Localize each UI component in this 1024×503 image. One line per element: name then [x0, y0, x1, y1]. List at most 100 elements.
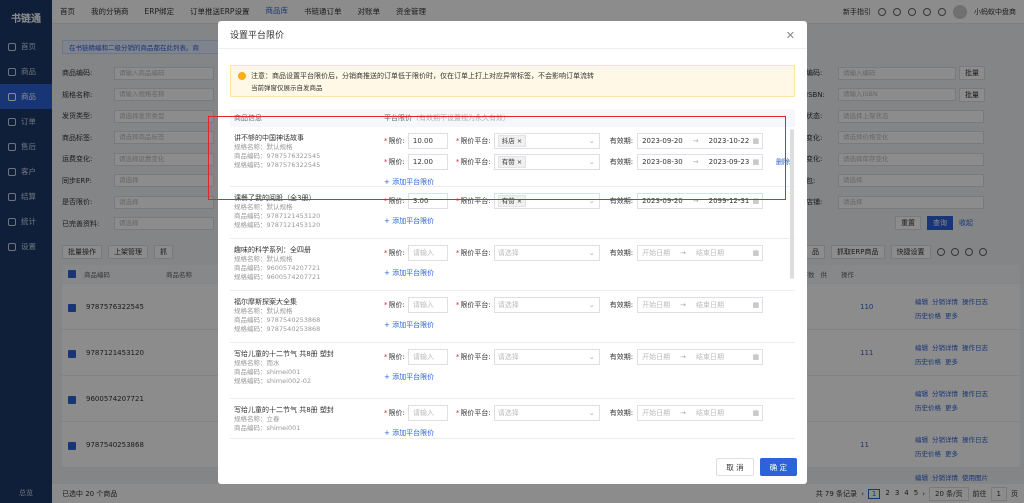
start-date: 开始日期 — [642, 409, 671, 417]
modal-title: 设置平台限价 — [218, 21, 807, 49]
product-meta: 规格编码：9787121453120 — [234, 221, 321, 229]
start-date: 开始日期 — [642, 353, 671, 361]
required-mark: * — [455, 353, 460, 361]
price-label: 限价: — [388, 409, 405, 417]
warning-text: 注意：商品设置平台限价后，分销商推送的订单低于限价时，仅在订单上打上对应异常标签… — [251, 72, 594, 80]
modal-footer: 取 消 确 定 — [716, 458, 797, 476]
product-name: 福尔摩斯探案大全集 — [234, 298, 297, 306]
product-name: 写给儿童的十二节气 共8册 塑封 — [234, 350, 334, 358]
platform-label: 限价平台: — [460, 301, 491, 309]
valid-label: 有效期: — [609, 353, 634, 361]
confirm-button[interactable]: 确 定 — [759, 458, 797, 476]
price-input[interactable]: 请输入 — [407, 349, 448, 365]
platform-select[interactable]: 请选择 ⌄ — [493, 245, 600, 261]
valid-label: 有效期: — [609, 409, 634, 417]
date-range-picker[interactable]: 开始日期 → 结束日期 ▦ — [637, 297, 764, 313]
product-meta: 商品编码：shimei001 — [234, 424, 301, 432]
calendar-icon: ▦ — [752, 249, 760, 257]
date-range-picker[interactable]: 开始日期 → 结束日期 ▦ — [637, 405, 764, 421]
limit-line: * 限价: 请输入 * 限价平台: 请选择 ⌄ 有效期: 开始日期 → 结束日期 ▦ — [384, 245, 764, 261]
limit-line: * 限价: 请输入 * 限价平台: 请选择 ⌄ 有效期: 开始日期 → 结束日期 ▦ — [384, 297, 764, 313]
chevron-down-icon: ⌄ — [588, 409, 595, 417]
product-meta: 规格名称：默认规格 — [234, 255, 293, 263]
product-info: 趣味的科学系列：全四册 规格名称：默认规格 商品编码：9600574207721 规格… — [234, 246, 374, 282]
required-mark: * — [384, 409, 388, 417]
valid-label: 有效期: — [609, 249, 634, 257]
add-limit-link[interactable]: + 添加平台限价 — [384, 320, 434, 330]
calendar-icon: ▦ — [752, 409, 760, 417]
price-input[interactable]: 请输入 — [407, 297, 448, 313]
valid-label: 有效期: — [609, 301, 634, 309]
date-range-picker[interactable]: 开始日期 → 结束日期 ▦ — [637, 349, 764, 365]
calendar-icon: ▦ — [752, 301, 760, 309]
product-meta: 规格名称：默认规格 — [234, 203, 293, 211]
modal-scrollbar[interactable] — [790, 129, 794, 279]
limit-line: * 限价: 请输入 * 限价平台: 请选择 ⌄ 有效期: 开始日期 → 结束日期 ▦ — [384, 405, 764, 421]
platform-select[interactable]: 请选择 ⌄ — [493, 297, 600, 313]
add-limit-link[interactable]: + 添加平台限价 — [384, 428, 434, 438]
product-meta: 商品编码：9787121453120 — [234, 212, 321, 220]
start-date: 开始日期 — [642, 249, 671, 257]
platform-placeholder: 请选择 — [497, 409, 519, 417]
close-icon[interactable]: ✕ — [786, 29, 795, 42]
price-label: 限价: — [388, 353, 405, 361]
required-mark: * — [455, 301, 460, 309]
product-meta: 规格名称：默认规格 — [234, 307, 293, 315]
product-row: 福尔摩斯探案大全集 规格名称：默认规格 商品编码：9787540253868 规格编码… — [230, 291, 795, 343]
end-date: 结束日期 — [695, 353, 724, 361]
required-mark: * — [384, 301, 388, 309]
arrow-right-icon: → — [680, 353, 686, 361]
platform-label: 限价平台: — [460, 409, 491, 417]
platform-select[interactable]: 请选择 ⌄ — [493, 405, 600, 421]
end-date: 结束日期 — [695, 249, 724, 257]
product-row: 写给儿童的十二节气 共8册 塑封 规格名称：立春 商品编码：shimei001 * 限价… — [230, 399, 795, 439]
platform-label: 限价平台: — [460, 353, 491, 361]
product-row: 写给儿童的十二节气 共8册 塑封 规格名称：而水 商品编码：shimei001 规格编… — [230, 343, 795, 399]
warning-notice: 注意：商品设置平台限价后，分销商推送的订单低于限价时，仅在订单上打上对应异常标签… — [230, 65, 795, 97]
warning-icon — [238, 72, 246, 80]
product-meta: 规格编码：9600574207721 — [234, 273, 321, 281]
product-meta: 规格名称：而水 — [234, 359, 280, 367]
product-info: 福尔摩斯探案大全集 规格名称：默认规格 商品编码：9787540253868 规格编码… — [234, 298, 374, 334]
platform-placeholder: 请选择 — [497, 249, 519, 257]
calendar-icon: ▦ — [752, 353, 760, 361]
platform-limit-modal: 设置平台限价 ✕ 注意：商品设置平台限价后，分销商推送的订单低于限价时，仅在订单… — [218, 21, 807, 484]
end-date: 结束日期 — [695, 409, 724, 417]
platform-placeholder: 请选择 — [497, 301, 519, 309]
price-input[interactable]: 请输入 — [407, 245, 448, 261]
price-label: 限价: — [388, 249, 405, 257]
end-date: 结束日期 — [695, 301, 724, 309]
required-mark: * — [455, 249, 460, 257]
product-name: 趣味的科学系列：全四册 — [234, 246, 311, 254]
chevron-down-icon: ⌄ — [588, 301, 595, 309]
product-meta: 规格编码：9787540253868 — [234, 325, 321, 333]
platform-label: 限价平台: — [460, 249, 491, 257]
chevron-down-icon: ⌄ — [588, 249, 595, 257]
price-label: 限价: — [388, 301, 405, 309]
add-limit-link[interactable]: + 添加平台限价 — [384, 216, 434, 226]
product-meta: 规格名称：立春 — [234, 415, 280, 423]
arrow-right-icon: → — [680, 409, 686, 417]
add-limit-link[interactable]: + 添加平台限价 — [384, 372, 434, 382]
product-meta: 商品编码：shimei001 — [234, 368, 301, 376]
arrow-right-icon: → — [680, 249, 686, 257]
product-meta: 商品编码：9600574207721 — [234, 264, 321, 272]
chevron-down-icon: ⌄ — [588, 353, 595, 361]
product-name: 写给儿童的十二节气 共8册 塑封 — [234, 406, 334, 414]
add-limit-link[interactable]: + 添加平台限价 — [384, 268, 434, 278]
product-meta: 商品编码：9787540253868 — [234, 316, 321, 324]
start-date: 开始日期 — [642, 301, 671, 309]
required-mark: * — [384, 249, 388, 257]
highlight-annotation — [208, 116, 786, 200]
required-mark: * — [455, 409, 460, 417]
product-info: 写给儿童的十二节气 共8册 塑封 规格名称：立春 商品编码：shimei001 — [234, 406, 374, 433]
product-row: 趣味的科学系列：全四册 规格名称：默认规格 商品编码：9600574207721 规格… — [230, 239, 795, 291]
cancel-button[interactable]: 取 消 — [716, 458, 754, 476]
required-mark: * — [384, 353, 388, 361]
date-range-picker[interactable]: 开始日期 → 结束日期 ▦ — [637, 245, 764, 261]
product-info: 写给儿童的十二节气 共8册 塑封 规格名称：而水 商品编码：shimei001 规格编… — [234, 350, 374, 386]
arrow-right-icon: → — [680, 301, 686, 309]
platform-select[interactable]: 请选择 ⌄ — [493, 349, 600, 365]
limit-line: * 限价: 请输入 * 限价平台: 请选择 ⌄ 有效期: 开始日期 → 结束日期 ▦ — [384, 349, 764, 365]
price-input[interactable]: 请输入 — [407, 405, 448, 421]
